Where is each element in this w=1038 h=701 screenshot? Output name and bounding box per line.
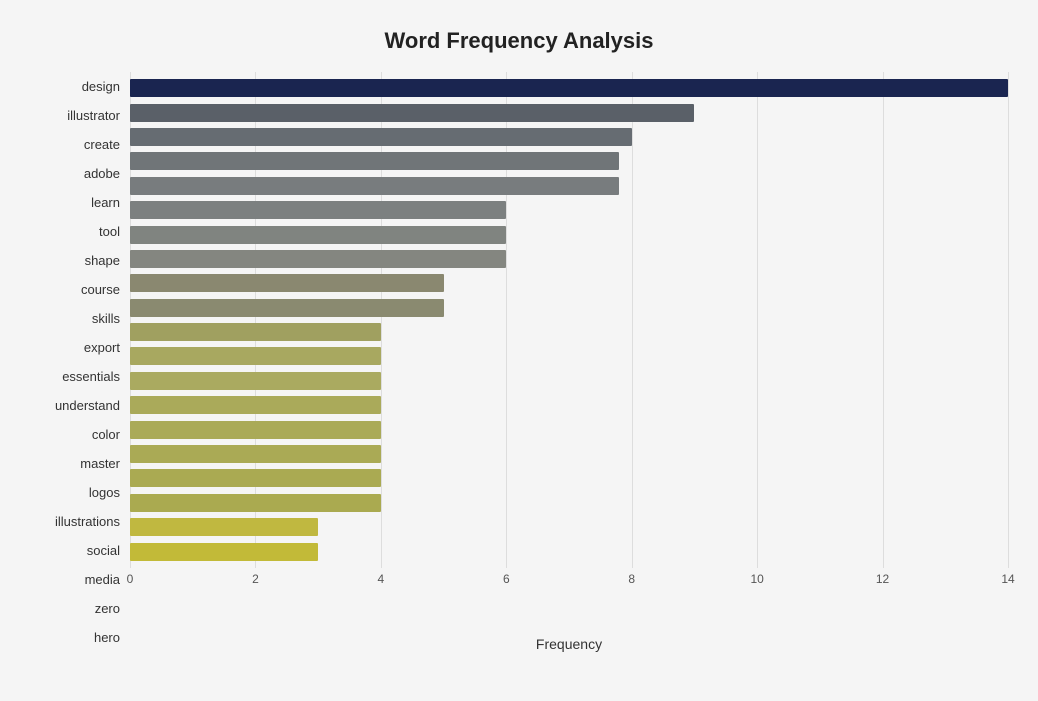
bar bbox=[130, 396, 381, 414]
bar bbox=[130, 323, 381, 341]
bar bbox=[130, 226, 506, 244]
bar bbox=[130, 372, 381, 390]
bar-row bbox=[130, 345, 1008, 367]
bar bbox=[130, 469, 381, 487]
bar-row bbox=[130, 492, 1008, 514]
x-tick-label: 6 bbox=[503, 572, 510, 586]
chart-container: Word Frequency Analysis design illustrato… bbox=[0, 0, 1038, 701]
bar-row bbox=[130, 419, 1008, 441]
y-label: tool bbox=[99, 219, 120, 245]
bar bbox=[130, 518, 318, 536]
bar bbox=[130, 445, 381, 463]
y-label: hero bbox=[94, 625, 120, 651]
y-label: zero bbox=[95, 596, 120, 622]
bar-row bbox=[130, 297, 1008, 319]
bar-row bbox=[130, 516, 1008, 538]
x-tick-label: 4 bbox=[378, 572, 385, 586]
bar bbox=[130, 543, 318, 561]
bar bbox=[130, 152, 619, 170]
x-axis-title: Frequency bbox=[130, 636, 1008, 652]
bar bbox=[130, 274, 444, 292]
y-label: logos bbox=[89, 480, 120, 506]
bar-row bbox=[130, 102, 1008, 124]
y-label: media bbox=[85, 567, 120, 593]
x-tick-label: 12 bbox=[876, 572, 889, 586]
y-labels: design illustrator create adobe learn tool sha… bbox=[30, 72, 130, 652]
bar bbox=[130, 347, 381, 365]
bar-row bbox=[130, 150, 1008, 172]
bar bbox=[130, 79, 1008, 97]
x-tick-label: 8 bbox=[628, 572, 635, 586]
bars-and-grid: 02468101214 Frequency bbox=[130, 72, 1008, 652]
bar-row bbox=[130, 175, 1008, 197]
bars-container bbox=[130, 72, 1008, 568]
bar-row bbox=[130, 467, 1008, 489]
y-label: social bbox=[87, 538, 120, 564]
bar-row bbox=[130, 443, 1008, 465]
bar-row bbox=[130, 321, 1008, 343]
chart-title: Word Frequency Analysis bbox=[30, 20, 1008, 54]
bar-row bbox=[130, 224, 1008, 246]
y-label: color bbox=[92, 422, 120, 448]
y-label: create bbox=[84, 132, 120, 158]
y-label: skills bbox=[92, 306, 120, 332]
y-label: adobe bbox=[84, 161, 120, 187]
x-tick-label: 10 bbox=[750, 572, 763, 586]
bar bbox=[130, 128, 632, 146]
bar bbox=[130, 104, 694, 122]
bar-row bbox=[130, 77, 1008, 99]
bar-row bbox=[130, 272, 1008, 294]
bar bbox=[130, 299, 444, 317]
bar bbox=[130, 494, 381, 512]
bar-row bbox=[130, 199, 1008, 221]
x-axis-wrapper: 02468101214 bbox=[130, 568, 1008, 608]
bar bbox=[130, 201, 506, 219]
y-label: essentials bbox=[62, 364, 120, 390]
x-tick-label: 14 bbox=[1001, 572, 1014, 586]
bar bbox=[130, 250, 506, 268]
bar bbox=[130, 177, 619, 195]
y-label: learn bbox=[91, 190, 120, 216]
x-tick-label: 2 bbox=[252, 572, 259, 586]
y-label: understand bbox=[55, 393, 120, 419]
y-label: master bbox=[80, 451, 120, 477]
bar-row bbox=[130, 370, 1008, 392]
y-label: shape bbox=[85, 248, 120, 274]
x-tick-label: 0 bbox=[127, 572, 134, 586]
bar bbox=[130, 421, 381, 439]
y-label: design bbox=[82, 74, 120, 100]
y-label: export bbox=[84, 335, 120, 361]
grid-and-bars bbox=[130, 72, 1008, 568]
bar-row bbox=[130, 541, 1008, 563]
chart-area: design illustrator create adobe learn tool sha… bbox=[30, 72, 1008, 652]
bar-row bbox=[130, 394, 1008, 416]
y-label: illustrator bbox=[67, 103, 120, 129]
y-label: course bbox=[81, 277, 120, 303]
bar-row bbox=[130, 248, 1008, 270]
y-label: illustrations bbox=[55, 509, 120, 535]
bar-row bbox=[130, 126, 1008, 148]
grid-line bbox=[1008, 72, 1009, 568]
